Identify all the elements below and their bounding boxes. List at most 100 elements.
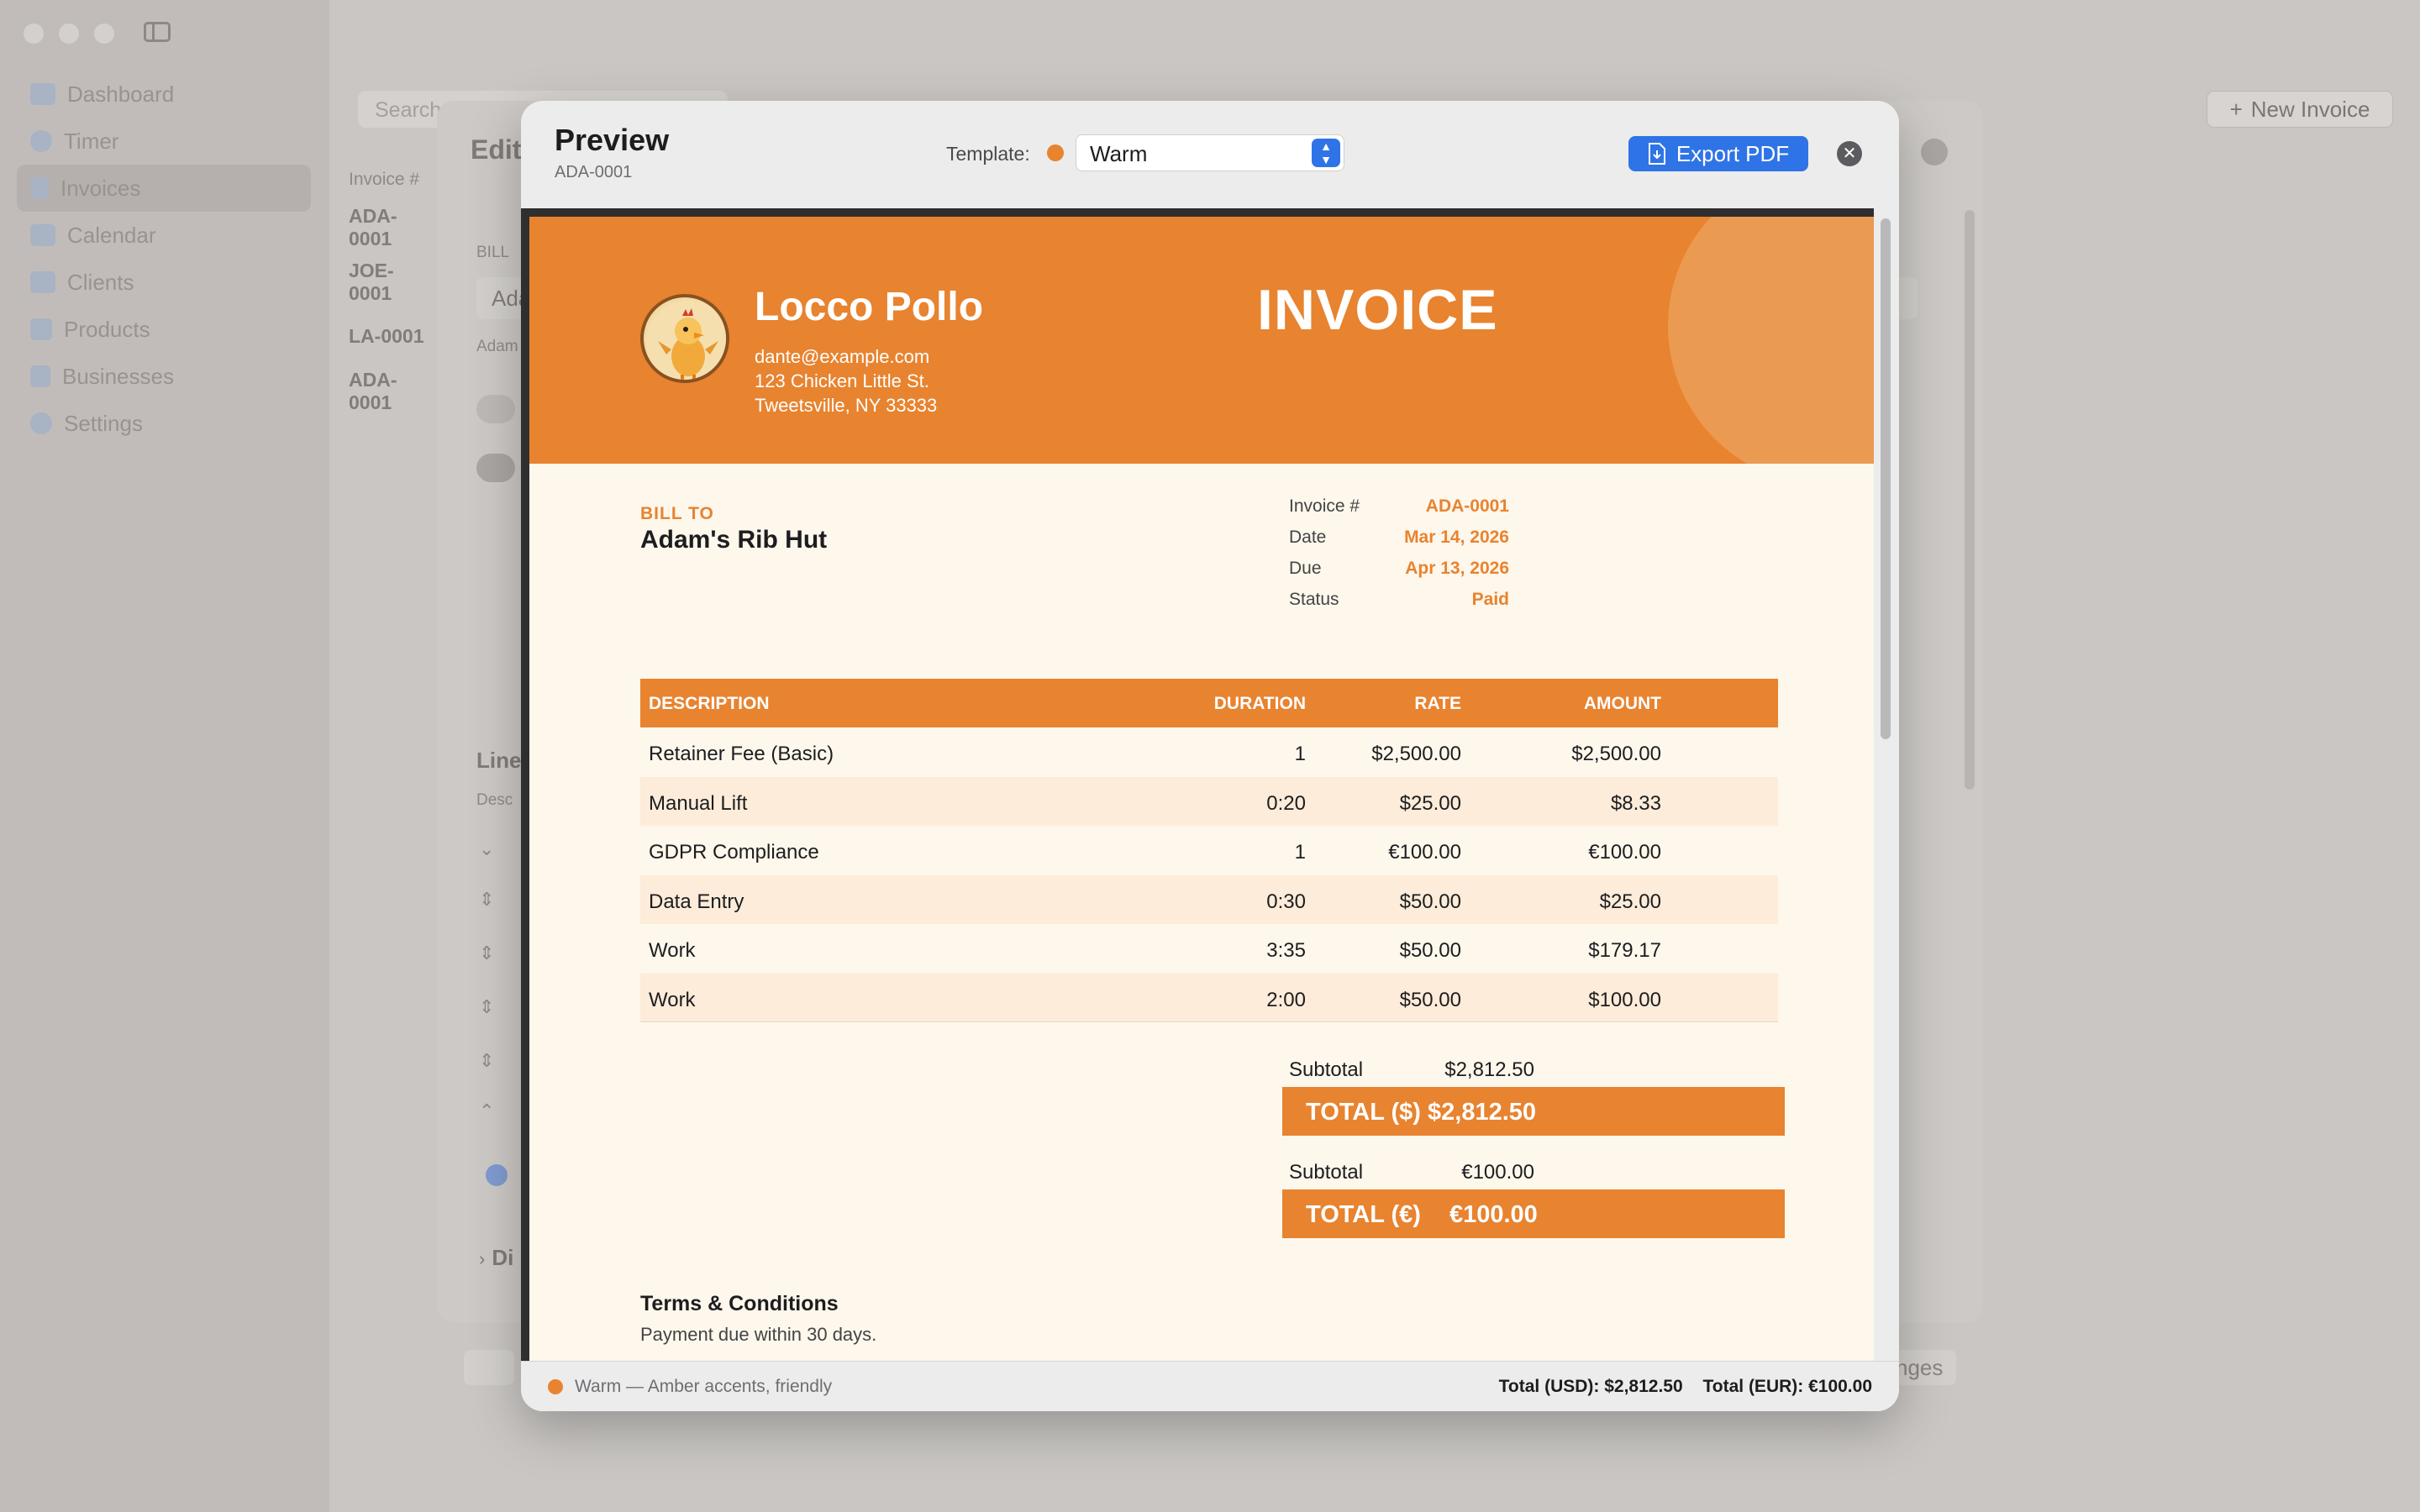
export-pdf-button[interactable]: Export PDF <box>1628 136 1808 171</box>
meta-row: Status Paid <box>1289 590 1509 621</box>
line-items-desc-label: Desc <box>476 791 513 809</box>
reorder-icon[interactable]: ⇕ <box>479 889 501 911</box>
row-duration: 1 <box>1294 841 1306 864</box>
sidebar-item-timer[interactable]: Timer <box>17 118 311 165</box>
row-description: Work <box>649 988 696 1011</box>
decorative-circle <box>1668 217 1874 464</box>
reorder-icon[interactable]: ⇕ <box>479 942 501 964</box>
plus-icon: + <box>2229 96 2243 122</box>
sidebar-item-invoices[interactable]: Invoices <box>17 165 311 212</box>
disclosure-icon[interactable]: › <box>479 1248 485 1269</box>
clock-icon <box>30 130 52 152</box>
row-amount: $100.00 <box>1588 988 1661 1011</box>
chevron-up-icon[interactable]: ⌃ <box>479 1100 501 1122</box>
sidebar-item-label: Dashboard <box>67 81 175 107</box>
export-pdf-label: Export PDF <box>1676 140 1790 166</box>
company-address: dante@example.com 123 Chicken Little St.… <box>755 344 937 417</box>
save-changes-button[interactable]: nges <box>1891 1350 1956 1385</box>
template-select-value: Warm <box>1090 141 1148 166</box>
sidebar-item-label: Invoices <box>60 175 141 201</box>
chevron-down-icon[interactable]: ⌄ <box>479 838 501 860</box>
row-rate: $50.00 <box>1399 939 1461 962</box>
total-label: TOTAL ($) <box>1306 1099 1421 1126</box>
people-icon <box>30 271 55 293</box>
new-invoice-label: New Invoice <box>2250 96 2370 122</box>
template-select[interactable]: Warm ▲ ▼ <box>1076 134 1344 171</box>
building-icon <box>30 365 50 387</box>
reorder-icon[interactable]: ⇕ <box>479 996 501 1018</box>
invoice-heading: INVOICE <box>1257 278 1498 342</box>
preview-subtitle: ADA-0001 <box>555 163 633 181</box>
line-items-table: DESCRIPTION DURATION RATE AMOUNT Retaine… <box>640 679 1778 1022</box>
sidebar-item-clients[interactable]: Clients <box>17 259 311 306</box>
invoice-header: Locco Pollo dante@example.com 123 Chicke… <box>529 217 1874 464</box>
toggle-switch[interactable] <box>476 454 515 482</box>
list-item[interactable]: ADA-0001 <box>336 200 445 255</box>
sidebar-toggle-icon[interactable] <box>144 22 171 42</box>
subtotal-label: Subtotal <box>1289 1161 1364 1184</box>
meta-key: Due <box>1289 559 1322 578</box>
sidebar-nav: Dashboard Timer Invoices Calendar Client… <box>17 71 311 447</box>
preview-title: Preview <box>555 123 670 157</box>
company-name: Locco Pollo <box>755 285 984 329</box>
template-description: Warm — Amber accents, friendly <box>575 1377 833 1396</box>
meta-value: Paid <box>1471 590 1509 609</box>
meta-key: Status <box>1289 590 1339 609</box>
discount-label-text: Di <box>492 1245 514 1270</box>
row-description: Work <box>649 939 696 962</box>
calendar-icon <box>30 224 55 246</box>
new-invoice-button[interactable]: + New Invoice <box>2207 91 2393 128</box>
preview-scrollbar[interactable] <box>1881 218 1891 739</box>
row-amount: $179.17 <box>1588 939 1661 962</box>
row-rate: $50.00 <box>1399 890 1461 913</box>
close-icon[interactable]: ✕ <box>1837 141 1862 166</box>
invoice-meta: Invoice # ADA-0001 Date Mar 14, 2026 Due Ap… <box>1289 496 1509 621</box>
column-header: DESCRIPTION <box>649 694 770 713</box>
preview-modal: Preview ADA-0001 Template: Warm ▲ ▼ Expor… <box>521 101 1899 1411</box>
sidebar-item-label: Settings <box>64 410 143 436</box>
footer-totals: Total (USD): $2,812.50 Total (EUR): €100… <box>1484 1377 1872 1397</box>
add-line-icon[interactable] <box>486 1164 508 1186</box>
row-duration: 0:30 <box>1266 890 1306 913</box>
footer-total-eur: Total (EUR): €100.00 <box>1702 1377 1873 1396</box>
editor-scrollbar[interactable] <box>1965 210 1975 790</box>
table-row: Data Entry 0:30 $50.00 $25.00 <box>640 874 1778 924</box>
row-amount: $2,500.00 <box>1571 743 1661 765</box>
sidebar-item-settings[interactable]: Settings <box>17 400 311 447</box>
template-color-dot <box>548 1379 563 1394</box>
subtotal-label: Subtotal <box>1289 1058 1364 1081</box>
zoom-window-button[interactable] <box>94 24 114 44</box>
document-icon <box>30 177 49 199</box>
minimize-window-button[interactable] <box>59 24 79 44</box>
table-row: Retainer Fee (Basic) 1 $2,500.00 $2,500.… <box>640 727 1778 777</box>
editor-export-icon[interactable] <box>464 1350 514 1385</box>
meta-row: Date Mar 14, 2026 <box>1289 528 1509 559</box>
list-item[interactable]: JOE-0001 <box>336 255 445 309</box>
template-label: Template: <box>946 143 1030 165</box>
table-row: GDPR Compliance 1 €100.00 €100.00 <box>640 826 1778 875</box>
editor-close-icon[interactable] <box>1921 139 1948 165</box>
sidebar-item-products[interactable]: Products <box>17 306 311 353</box>
discount-label: › Di <box>479 1245 513 1271</box>
company-email: dante@example.com <box>755 346 930 367</box>
invoice-page: Locco Pollo dante@example.com 123 Chicke… <box>529 217 1874 1361</box>
line-items-label: Line <box>476 748 522 773</box>
close-window-button[interactable] <box>24 24 44 44</box>
meta-value: Mar 14, 2026 <box>1404 528 1509 547</box>
sidebar-item-label: Clients <box>67 269 134 295</box>
editor-bill-label: BILL <box>476 244 510 261</box>
sidebar-item-calendar[interactable]: Calendar <box>17 212 311 259</box>
meta-key: Invoice # <box>1289 496 1360 516</box>
list-item[interactable]: LA-0001 <box>336 309 445 364</box>
row-description: GDPR Compliance <box>649 841 819 864</box>
sidebar-item-dashboard[interactable]: Dashboard <box>17 71 311 118</box>
subtotal-value: $2,812.50 <box>1444 1058 1534 1081</box>
sidebar-item-businesses[interactable]: Businesses <box>17 353 311 400</box>
list-header: Invoice # <box>349 170 420 189</box>
reorder-icon[interactable]: ⇕ <box>479 1050 501 1072</box>
toggle-switch[interactable] <box>476 395 515 423</box>
eur-subtotal: Subtotal €100.00 <box>1289 1161 1534 1184</box>
list-item[interactable]: ADA-0001 <box>336 364 445 418</box>
row-duration: 1 <box>1294 743 1306 765</box>
document-download-icon <box>1648 143 1665 165</box>
